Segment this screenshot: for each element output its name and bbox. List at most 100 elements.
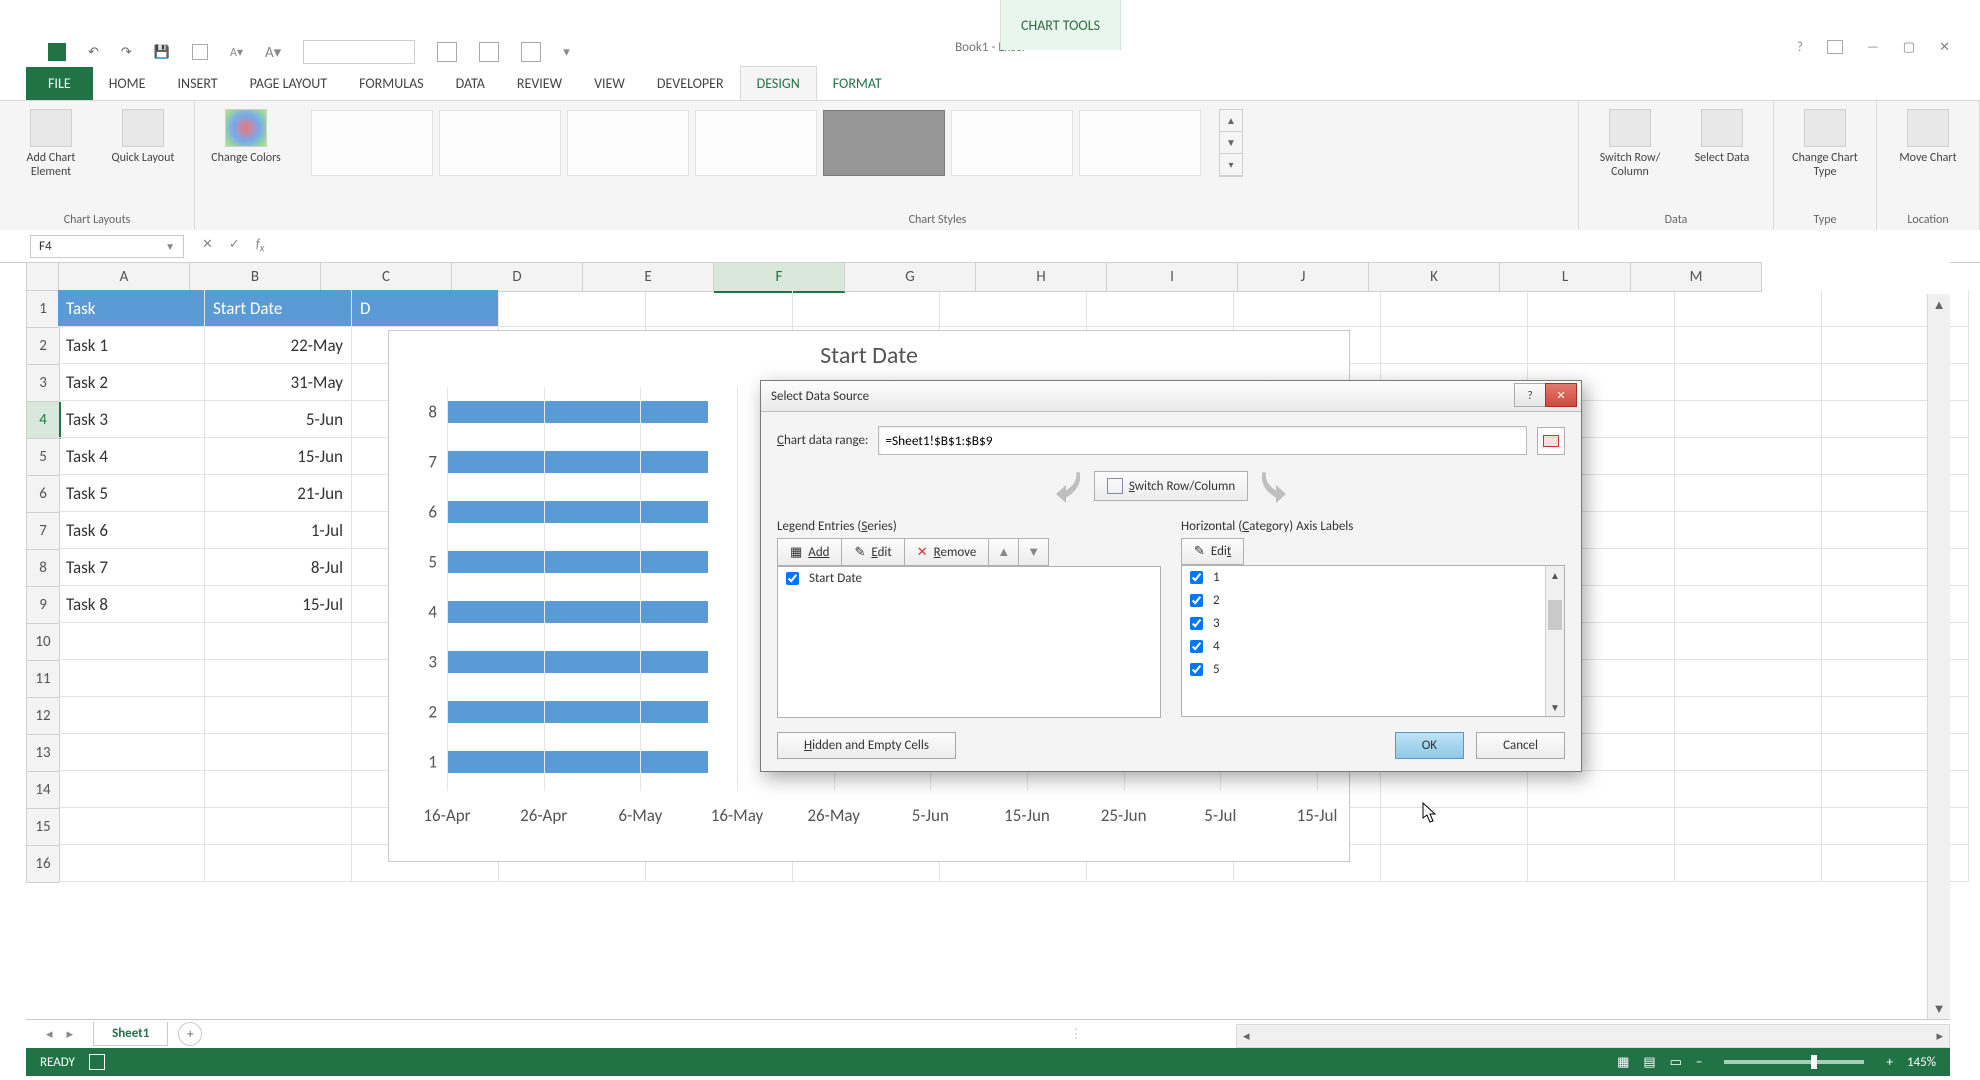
axis-listbox[interactable]: 1 2 3 4 5 ▲ ▼ — [1181, 565, 1565, 717]
qat-dropdown-icon[interactable]: ▾ — [563, 45, 570, 60]
qat-icon-2[interactable] — [437, 42, 457, 62]
cell[interactable] — [1675, 586, 1822, 623]
cell[interactable]: Task 6 — [58, 512, 205, 549]
row-header[interactable]: 8 — [26, 550, 60, 587]
cell[interactable] — [1675, 327, 1822, 364]
cell[interactable]: Task 2 — [58, 364, 205, 401]
ribbon-options-icon[interactable] — [1827, 40, 1843, 54]
gallery-scroll[interactable]: ▲▼▾ — [1219, 109, 1243, 177]
column-header[interactable]: A — [58, 262, 190, 292]
row-header[interactable]: 1 — [26, 290, 60, 328]
qat-icon-4[interactable] — [521, 42, 541, 62]
series-item[interactable]: Start Date — [778, 567, 1160, 590]
cell[interactable] — [1675, 438, 1822, 475]
cell[interactable] — [1381, 771, 1528, 808]
row-header[interactable]: 6 — [26, 476, 60, 513]
category-checkbox[interactable] — [1190, 640, 1203, 653]
cell[interactable]: D — [352, 290, 499, 327]
scroll-up-icon[interactable]: ▲ — [1928, 294, 1950, 316]
cell[interactable] — [58, 660, 205, 697]
cell[interactable]: Task 8 — [58, 586, 205, 623]
cell[interactable]: 8-Jul — [205, 549, 352, 586]
tab-design[interactable]: DESIGN — [740, 66, 817, 100]
cell[interactable]: 15-Jul — [205, 586, 352, 623]
series-add-button[interactable]: ▦Add — [777, 538, 842, 566]
category-checkbox[interactable] — [1190, 571, 1203, 584]
cell[interactable] — [1528, 845, 1675, 882]
cell[interactable] — [1528, 290, 1675, 327]
font-increase-icon[interactable]: A▾ — [265, 43, 281, 62]
cell[interactable]: Start Date — [205, 290, 352, 327]
category-checkbox[interactable] — [1190, 663, 1203, 676]
cell[interactable] — [58, 771, 205, 808]
cell[interactable] — [58, 623, 205, 660]
font-decrease-icon[interactable]: A▾ — [230, 45, 243, 60]
cell[interactable] — [499, 290, 646, 327]
chart-styles-gallery[interactable] — [311, 110, 1201, 176]
cell[interactable] — [205, 623, 352, 660]
category-item[interactable]: 2 — [1182, 589, 1564, 612]
cell[interactable] — [793, 290, 940, 327]
cell[interactable] — [205, 697, 352, 734]
zoom-slider[interactable] — [1724, 1060, 1864, 1064]
page-layout-view-icon[interactable]: ▤ — [1643, 1055, 1655, 1070]
cell[interactable] — [1381, 327, 1528, 364]
cell[interactable] — [1528, 808, 1675, 845]
cell[interactable] — [58, 697, 205, 734]
cell[interactable]: Task 3 — [58, 401, 205, 438]
series-edit-button[interactable]: ✎Edit — [841, 538, 904, 566]
cell[interactable] — [58, 734, 205, 771]
cell[interactable]: 1-Jul — [205, 512, 352, 549]
cancel-formula-icon[interactable]: ✕ — [202, 237, 213, 255]
column-header[interactable]: I — [1107, 262, 1238, 292]
tab-nav-prev-icon[interactable]: ◂ — [46, 1027, 53, 1042]
column-header[interactable]: K — [1369, 262, 1500, 292]
row-header[interactable]: 12 — [26, 698, 60, 735]
category-item[interactable]: 3 — [1182, 612, 1564, 635]
cell[interactable] — [205, 808, 352, 845]
cell[interactable]: 31-May — [205, 364, 352, 401]
cell[interactable]: 21-Jun — [205, 475, 352, 512]
category-item[interactable]: 4 — [1182, 635, 1564, 658]
tab-developer[interactable]: DEVELOPER — [641, 67, 740, 100]
minimize-icon[interactable]: — — [1867, 40, 1879, 55]
cell[interactable]: 22-May — [205, 327, 352, 364]
fx-icon[interactable]: fx — [256, 237, 265, 255]
cell[interactable]: 5-Jun — [205, 401, 352, 438]
move-chart-button[interactable]: Move Chart — [1891, 109, 1965, 165]
row-header[interactable]: 14 — [26, 772, 60, 809]
cell[interactable] — [58, 845, 205, 882]
row-header[interactable]: 3 — [26, 365, 60, 402]
chart-data-range-input[interactable] — [878, 426, 1527, 455]
qat-icon-3[interactable] — [479, 42, 499, 62]
column-header[interactable]: H — [976, 262, 1107, 292]
column-header[interactable]: D — [452, 262, 583, 292]
dialog-help-icon[interactable]: ? — [1514, 383, 1546, 407]
cell[interactable] — [1675, 734, 1822, 771]
collapse-dialog-icon[interactable] — [1537, 427, 1565, 455]
column-header[interactable]: C — [321, 262, 452, 292]
row-header[interactable]: 10 — [26, 624, 60, 661]
column-header[interactable]: M — [1631, 262, 1762, 292]
qat-icon[interactable] — [192, 44, 208, 60]
maximize-icon[interactable]: ▢ — [1903, 40, 1915, 55]
zoom-level[interactable]: 145% — [1907, 1055, 1936, 1070]
row-header[interactable]: 5 — [26, 439, 60, 476]
cell[interactable] — [1675, 697, 1822, 734]
tab-review[interactable]: REVIEW — [501, 67, 578, 100]
cell[interactable] — [646, 290, 793, 327]
tab-insert[interactable]: INSERT — [162, 67, 234, 100]
tab-home[interactable]: HOME — [93, 67, 162, 100]
close-icon[interactable]: ✕ — [1939, 40, 1950, 55]
cell[interactable] — [1234, 290, 1381, 327]
cell[interactable] — [205, 660, 352, 697]
hidden-empty-cells-button[interactable]: Hidden and Empty Cells — [777, 732, 956, 759]
enter-formula-icon[interactable]: ✓ — [229, 237, 240, 255]
cell[interactable] — [1381, 845, 1528, 882]
column-header[interactable]: F — [714, 262, 845, 293]
column-header[interactable]: L — [1500, 262, 1631, 292]
cell[interactable]: Task 5 — [58, 475, 205, 512]
row-header[interactable]: 16 — [26, 846, 60, 883]
cell[interactable]: Task — [58, 290, 205, 327]
cell[interactable] — [1675, 512, 1822, 549]
